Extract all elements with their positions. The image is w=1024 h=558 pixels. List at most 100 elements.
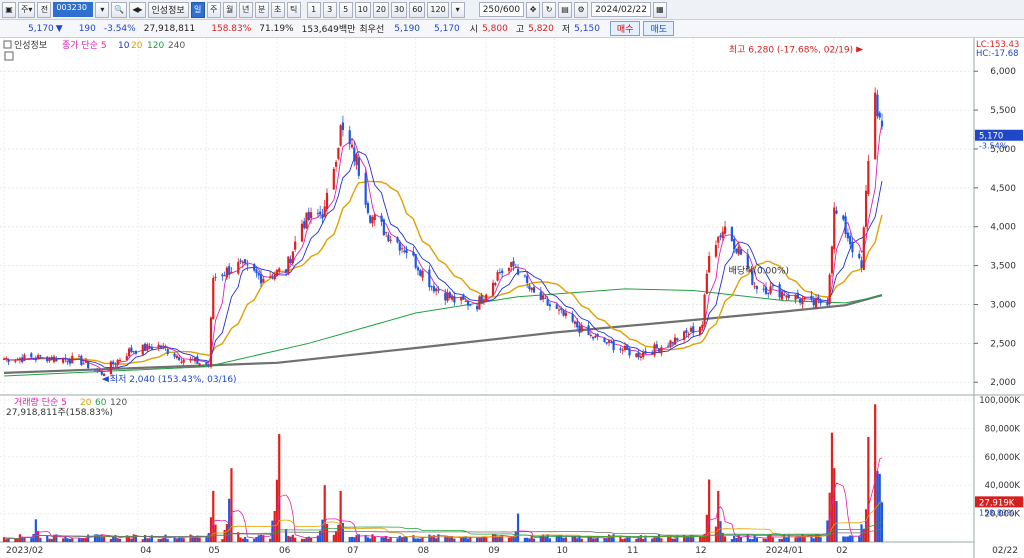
candle-body bbox=[876, 94, 879, 117]
candle-body bbox=[164, 345, 167, 348]
sound-icon[interactable]: ◀▸ bbox=[129, 1, 146, 18]
volume-bar bbox=[284, 529, 288, 542]
candle-body bbox=[209, 317, 213, 367]
candle-body bbox=[332, 168, 335, 190]
period-button-3[interactable]: 년 bbox=[238, 1, 253, 18]
volume-bar bbox=[300, 538, 304, 542]
calendar-icon[interactable]: ▦ bbox=[652, 1, 667, 18]
candle-body bbox=[812, 299, 815, 306]
candle-body bbox=[337, 148, 340, 159]
candle-body bbox=[523, 275, 526, 277]
sell-button[interactable]: 매도 bbox=[643, 21, 675, 36]
candle-body bbox=[162, 345, 165, 347]
candle-body bbox=[52, 356, 56, 362]
period-button-6[interactable]: 틱 bbox=[286, 1, 301, 18]
save-icon[interactable]: ▤ bbox=[558, 1, 573, 18]
candle-body bbox=[785, 295, 788, 298]
candle-body bbox=[191, 359, 194, 361]
candle-body bbox=[755, 286, 758, 290]
candle-body bbox=[373, 214, 376, 221]
search-icon[interactable]: 🔍 bbox=[111, 1, 128, 18]
volume-bar bbox=[175, 538, 178, 542]
volume-bar bbox=[294, 537, 297, 542]
date-tick-label: 2024/01 bbox=[766, 546, 803, 556]
candle-body bbox=[382, 219, 385, 236]
window-icon[interactable]: ▣ bbox=[2, 1, 16, 18]
volume-bar bbox=[571, 536, 574, 542]
volume-tick-label: 80,000K bbox=[985, 424, 1021, 434]
minute-button-10[interactable]: 10 bbox=[354, 1, 371, 18]
code-dropdown-icon[interactable]: ▾ bbox=[95, 1, 110, 18]
volume-bar bbox=[544, 536, 547, 542]
candle-body bbox=[842, 215, 845, 220]
volume-bar bbox=[50, 538, 53, 542]
candle-body bbox=[305, 212, 308, 229]
search-type-button[interactable]: 전 bbox=[37, 1, 52, 18]
volume-bar bbox=[762, 538, 765, 542]
candle-body bbox=[387, 234, 390, 242]
minute-button-60[interactable]: 60 bbox=[409, 1, 426, 18]
candle-body bbox=[159, 345, 163, 348]
candle-body bbox=[460, 296, 463, 301]
candle-body bbox=[205, 361, 208, 365]
stock-code-input[interactable]: 003230 bbox=[53, 2, 94, 17]
period-button-0[interactable]: 일 bbox=[190, 1, 205, 18]
volume-bar bbox=[771, 537, 774, 542]
crosshair-icon[interactable]: ✥ bbox=[526, 1, 541, 18]
period-button-4[interactable]: 분 bbox=[254, 1, 269, 18]
candle-body bbox=[321, 214, 324, 219]
minute-button-1[interactable]: 1 bbox=[306, 1, 321, 18]
candle-body bbox=[116, 359, 119, 365]
volume-bar bbox=[819, 537, 822, 542]
stock-info-button[interactable]: 인성정보 bbox=[147, 1, 189, 18]
candle-body bbox=[446, 292, 449, 301]
refresh-icon[interactable]: ↻ bbox=[542, 1, 557, 18]
volume-pct-tag-text: 158.83% bbox=[979, 508, 1015, 517]
candle-body bbox=[796, 292, 799, 299]
period-button-1[interactable]: 주 bbox=[206, 1, 221, 18]
high-value: 5,820 bbox=[528, 23, 554, 34]
minute-button-120[interactable]: 120 bbox=[427, 1, 449, 18]
minute-button-3[interactable]: 3 bbox=[322, 1, 337, 18]
volume-bar bbox=[580, 538, 583, 542]
candle-body bbox=[685, 330, 688, 334]
volume-bar bbox=[159, 539, 163, 542]
candle-body bbox=[637, 352, 640, 358]
volume-bar bbox=[621, 539, 624, 542]
volume-bar bbox=[739, 537, 743, 542]
minute-button-20[interactable]: 20 bbox=[372, 1, 390, 18]
candle-body bbox=[828, 274, 831, 305]
stock-chart[interactable]: 2,0002,5003,0003,5004,0004,5005,0005,500… bbox=[0, 38, 1024, 558]
volume-bar bbox=[448, 537, 451, 542]
vol-current-label: 27,918,811주(158.83%) bbox=[6, 407, 113, 418]
candle-body bbox=[48, 357, 51, 361]
minute-button-30[interactable]: 30 bbox=[391, 1, 408, 18]
candle-body bbox=[405, 249, 408, 253]
volume-bar bbox=[109, 539, 113, 542]
minute-dropdown-icon[interactable]: ▾ bbox=[450, 1, 465, 18]
period-button-5[interactable]: 초 bbox=[270, 1, 285, 18]
buy-button[interactable]: 매수 bbox=[609, 21, 641, 36]
volume-bar bbox=[350, 536, 354, 542]
candle-body bbox=[814, 298, 818, 308]
volume-bar bbox=[141, 539, 144, 542]
candle-body bbox=[491, 282, 495, 296]
candle-body bbox=[316, 213, 319, 215]
candle-body bbox=[844, 216, 847, 235]
count-input[interactable]: 250/600 bbox=[478, 2, 525, 17]
minute-button-5[interactable]: 5 bbox=[338, 1, 353, 18]
open-value: 5,800 bbox=[482, 23, 508, 34]
best-price-label: 최우선 bbox=[359, 25, 385, 35]
candle-body bbox=[246, 264, 249, 266]
volume-bar bbox=[751, 539, 754, 542]
candle-body bbox=[635, 353, 638, 357]
volume-bar bbox=[419, 538, 422, 542]
volume-bar bbox=[526, 537, 529, 542]
stock-type-dropdown[interactable]: 주▾ bbox=[18, 1, 36, 18]
volume-bar bbox=[603, 538, 606, 542]
period-button-2[interactable]: 월 bbox=[222, 1, 237, 18]
settings-icon[interactable]: ⚙ bbox=[574, 1, 589, 18]
volume-bar bbox=[16, 538, 19, 542]
date-input[interactable]: 2024/02/22 bbox=[591, 2, 651, 17]
volume-bar bbox=[878, 473, 881, 542]
